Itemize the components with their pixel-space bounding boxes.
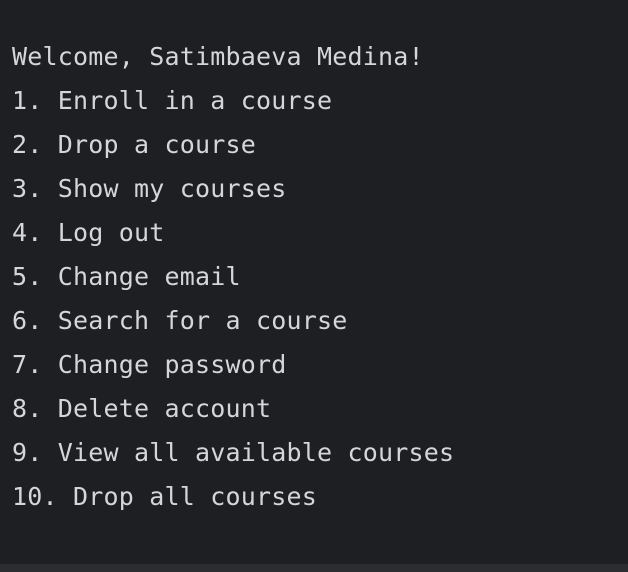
menu-option-delete-account: 8. Delete account <box>12 394 272 423</box>
console-output: Welcome, Satimbaeva Medina! 1. Enroll in… <box>0 0 628 572</box>
horizontal-scrollbar-track[interactable] <box>0 564 628 572</box>
menu-option-change-password: 7. Change password <box>12 350 287 379</box>
menu-option-view-all-courses: 9. View all available courses <box>12 438 455 467</box>
menu-option-log-out: 4. Log out <box>12 218 165 247</box>
menu-option-change-email: 5. Change email <box>12 262 241 291</box>
menu-option-enroll: 1. Enroll in a course <box>12 86 333 115</box>
greeting-line: Welcome, Satimbaeva Medina! <box>12 42 424 71</box>
menu-option-search-course: 6. Search for a course <box>12 306 348 335</box>
menu-option-show-courses: 3. Show my courses <box>12 174 287 203</box>
menu-option-drop-all-courses: 10. Drop all courses <box>12 482 318 511</box>
menu-option-drop: 2. Drop a course <box>12 130 257 159</box>
